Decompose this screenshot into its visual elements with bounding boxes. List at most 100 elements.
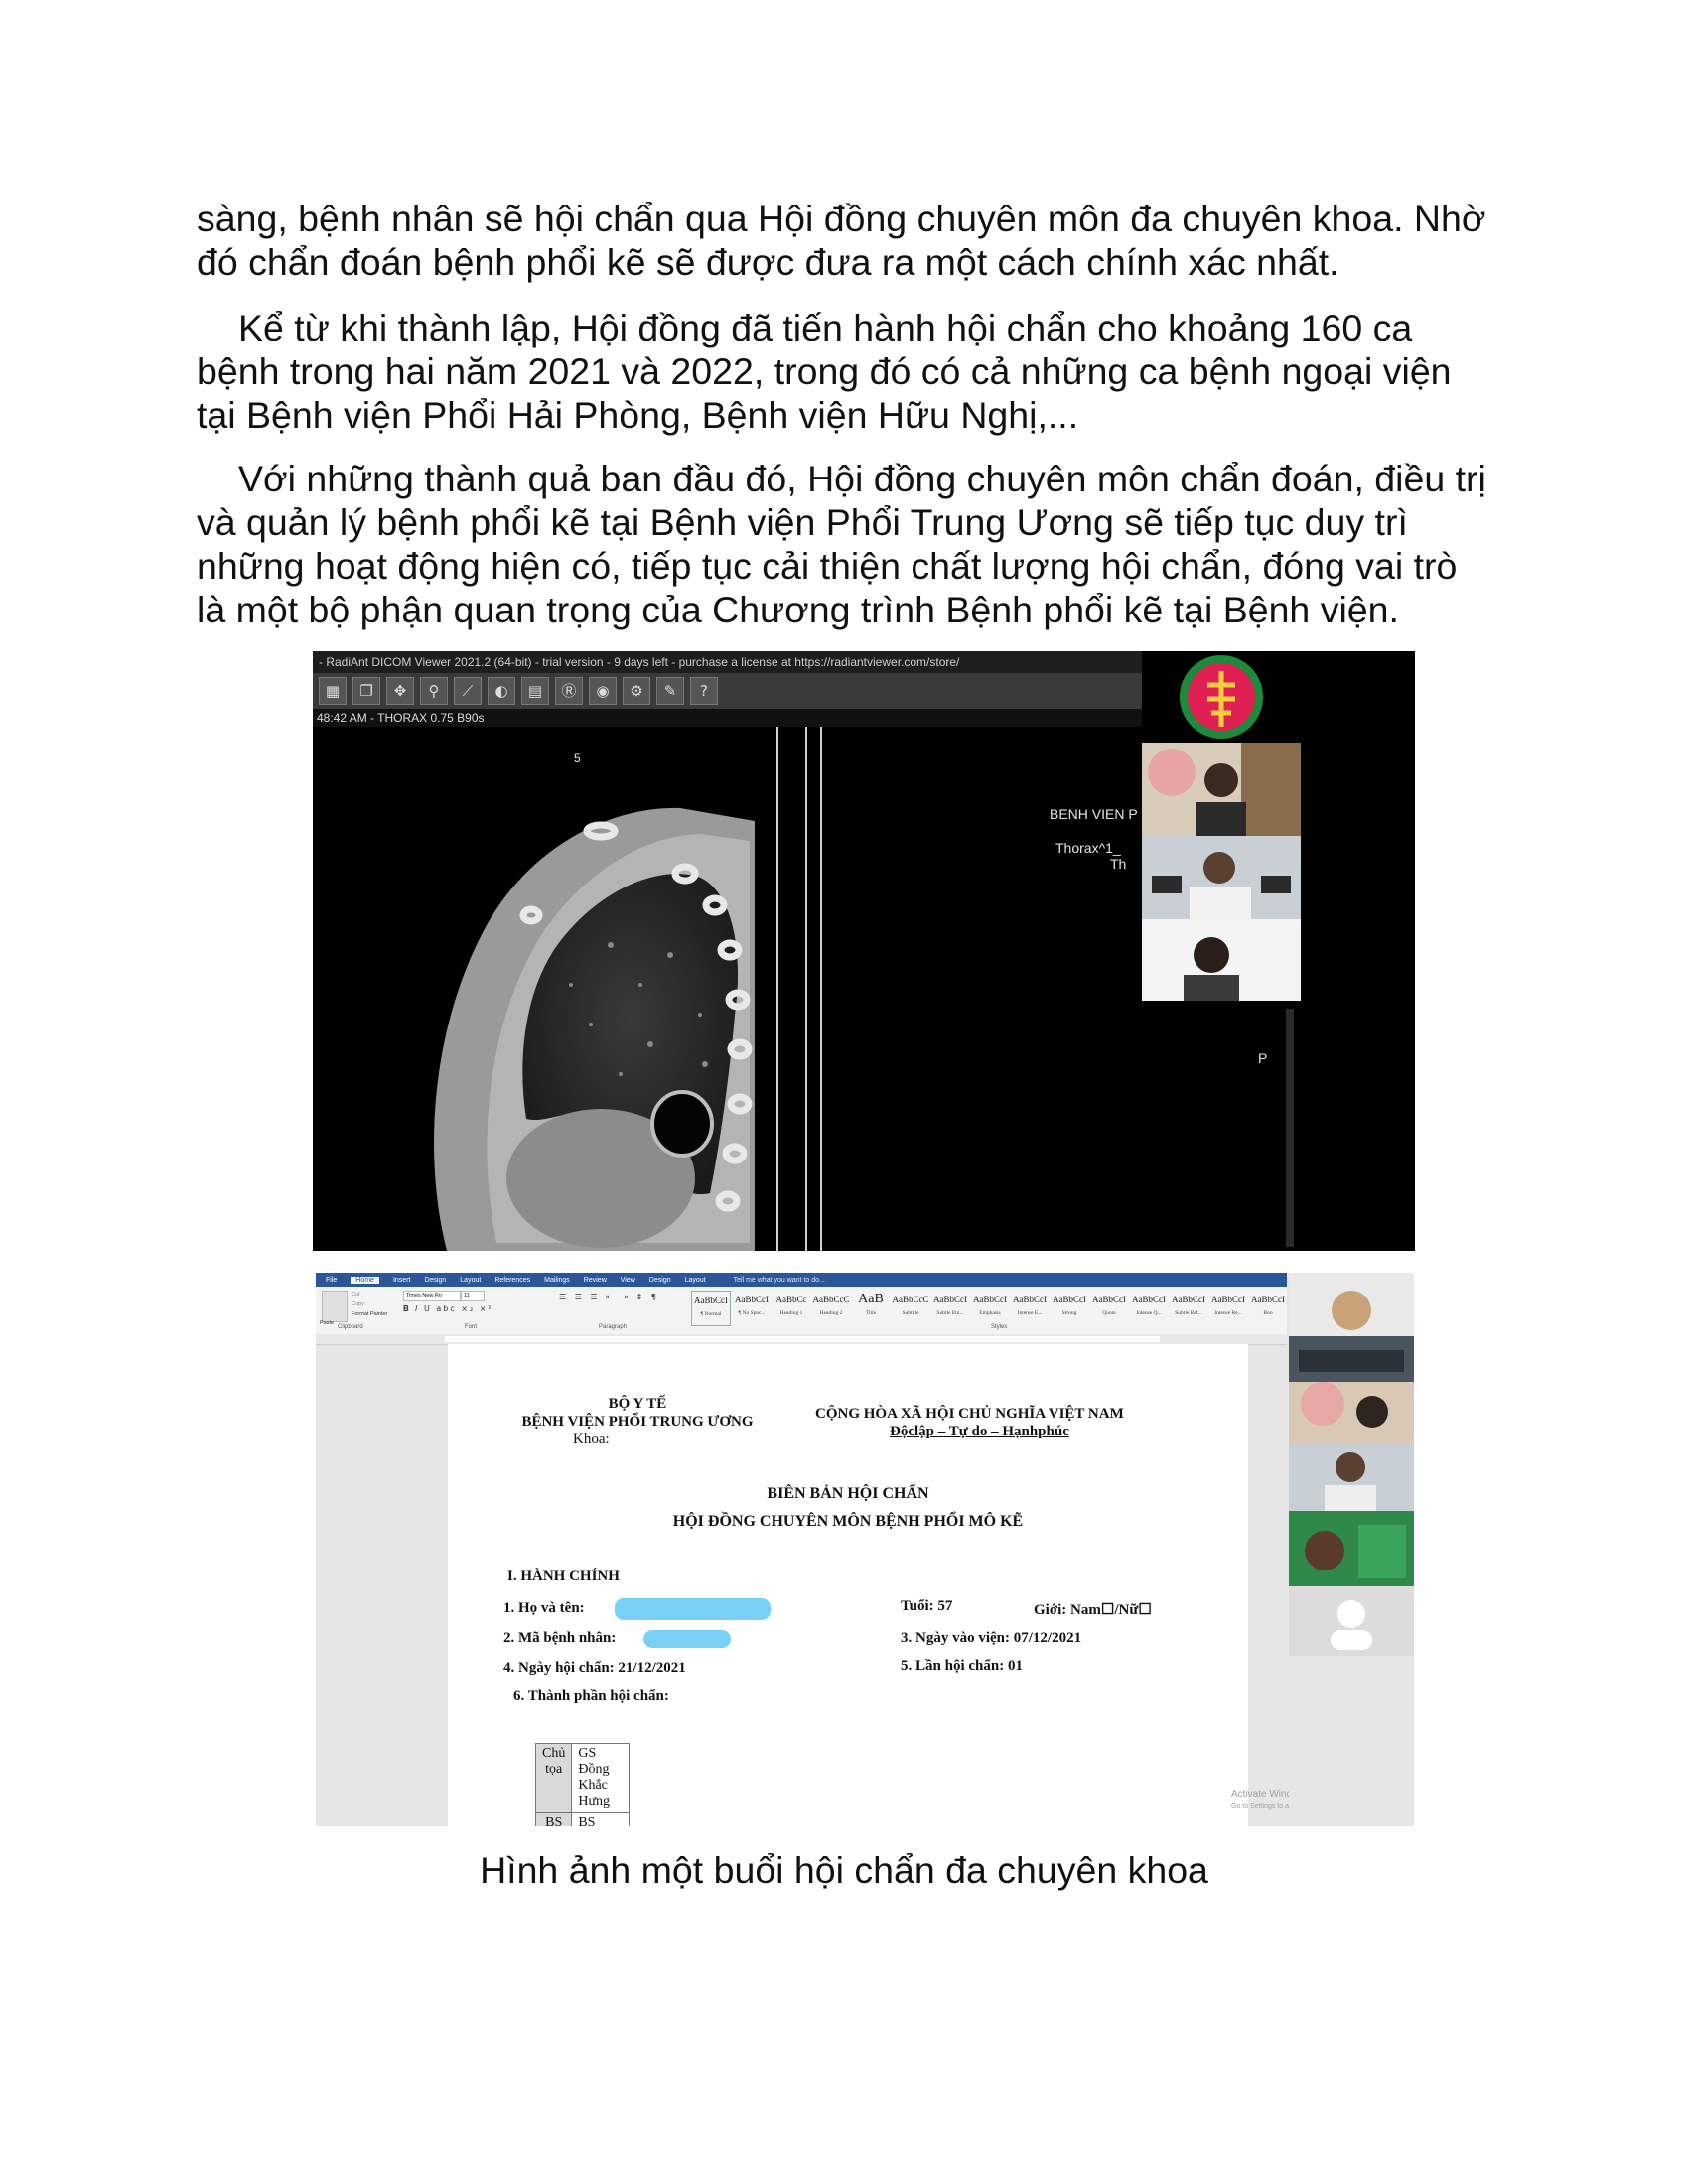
- font-format-icons[interactable]: 𝐁 𝐼 U abc ×₂ ×²: [403, 1304, 493, 1314]
- participant-video: [1142, 743, 1301, 836]
- style-sample: AaBbCcI: [735, 1295, 769, 1304]
- hospital-logo: [1180, 655, 1263, 739]
- paste-icon[interactable]: [322, 1291, 348, 1322]
- help-icon[interactable]: ?: [690, 677, 718, 705]
- font-name-select[interactable]: Times New Ro: [403, 1291, 461, 1301]
- zoom-icon[interactable]: ⚲: [420, 677, 448, 705]
- doc-title-1: BIÊN BẢN HỘI CHẨN: [767, 1485, 929, 1502]
- tab-table-design[interactable]: Design: [649, 1277, 671, 1284]
- group-clipboard: Clipboard: [338, 1324, 363, 1330]
- edit-icon[interactable]: ✎: [656, 677, 684, 705]
- style-book-title[interactable]: AaBbCcI Boo: [1249, 1291, 1287, 1324]
- ribbon-tabs: File Home Insert Design Layout Reference…: [316, 1273, 1287, 1287]
- style-normal[interactable]: AaBbCcI ¶ Normal: [691, 1291, 731, 1326]
- viewer-margin: [1301, 651, 1415, 1251]
- overlay-series-line-1: Thorax^1_: [1055, 840, 1121, 856]
- style-name: ¶ No Spac...: [738, 1310, 766, 1316]
- style-sample: AaBbCcI: [1132, 1295, 1166, 1304]
- group-paragraph: Paragraph: [599, 1324, 628, 1330]
- table-cell-members: BS Nguyễn Thị Bích Ngọc, BS Lê Ngọc Huy,…: [571, 1812, 630, 1826]
- cut-button[interactable]: Cut: [352, 1292, 360, 1297]
- group-font: Font: [465, 1324, 478, 1330]
- video-tile-participant-3[interactable]: [1142, 919, 1301, 1001]
- copy-button[interactable]: Copy: [352, 1301, 364, 1307]
- paragraph-icons[interactable]: ☰ ☰ ☰ ⇤ ⇥ ↕ ¶: [559, 1293, 659, 1301]
- doc-title-2: HỘI ĐỒNG CHUYÊN MÔN BỆNH PHỔI MÔ KẼ: [672, 1513, 1024, 1530]
- tab-references[interactable]: References: [494, 1277, 530, 1284]
- tab-insert[interactable]: Insert: [393, 1277, 411, 1284]
- style-name: Strong: [1061, 1310, 1077, 1316]
- style-name: Subtle Ref...: [1175, 1310, 1202, 1316]
- tell-me-search[interactable]: Tell me what you want to do...: [734, 1277, 825, 1284]
- doc-ministry: BỘ Y TẾ: [608, 1396, 667, 1412]
- dicom-toolbar: ▦ ❐ ✥ ⚲ ⟋ ◐ ▤ Ⓡ ◉ ⚙ ✎ ?: [313, 673, 1142, 709]
- style-sample: AaBbCcI: [1172, 1295, 1205, 1304]
- ct-image[interactable]: 5: [313, 727, 1142, 1251]
- window-level-icon[interactable]: ◐: [488, 677, 515, 705]
- 3d-icon[interactable]: ◉: [589, 677, 617, 705]
- style-sample: AaBbCcC: [892, 1295, 929, 1304]
- style-quote[interactable]: AaBbCcI Quote: [1090, 1291, 1128, 1324]
- table-cell-members: GS Đồng Khắc Hưng: [571, 1743, 630, 1813]
- style-intense-emphasis[interactable]: AaBbCcI Intense E...: [1011, 1291, 1049, 1324]
- tab-file[interactable]: File: [326, 1277, 337, 1284]
- style-sample: AaBbCcI: [1251, 1295, 1285, 1304]
- doc-section-1: I. HÀNH CHÍNH: [507, 1569, 620, 1584]
- tab-table-layout[interactable]: Layout: [685, 1277, 706, 1284]
- table-row: Chủ tọa GS Đồng Khắc Hưng: [534, 1743, 630, 1813]
- style-intense-reference[interactable]: AaBbCcI Intense Re...: [1209, 1291, 1247, 1324]
- viewer-scrollbar[interactable]: [1286, 1009, 1294, 1247]
- style-emphasis[interactable]: AaBbCcI Emphasis: [971, 1291, 1009, 1324]
- style-name: Emphasis: [979, 1310, 1001, 1316]
- style-name: Subtitle: [902, 1310, 919, 1316]
- tab-mailings[interactable]: Mailings: [544, 1277, 570, 1284]
- style-heading-1[interactable]: AaBbCc Heading 1: [773, 1291, 810, 1324]
- style-strong[interactable]: AaBbCcI Strong: [1051, 1291, 1088, 1324]
- paragraph-1: sàng, bệnh nhân sẽ hội chẩn qua Hội đồng…: [197, 198, 1486, 283]
- tab-design[interactable]: Design: [424, 1277, 446, 1284]
- style-sample: AaBbCcI: [1013, 1295, 1047, 1304]
- video-participants-strip: [1289, 1273, 1414, 1826]
- style-title[interactable]: AaB Title: [852, 1291, 890, 1324]
- style-sample: AaBbCcI: [1092, 1295, 1126, 1304]
- paragraph-2: Kể từ khi thành lập, Hội đồng đã tiến hà…: [197, 307, 1452, 436]
- tab-view[interactable]: View: [621, 1277, 635, 1284]
- consult-members-table: Chủ tọa GS Đồng Khắc Hưng BS Hô hấp BS N…: [534, 1743, 630, 1826]
- group-styles: Styles: [991, 1324, 1008, 1330]
- document-page[interactable]: BỘ Y TẾ BỆNH VIỆN PHỔI TRUNG ƯƠNG Khoa: …: [448, 1344, 1248, 1826]
- video-tile-participant-1[interactable]: [1142, 743, 1301, 836]
- participant-video: [1142, 836, 1301, 919]
- settings-icon[interactable]: ⚙: [623, 677, 650, 705]
- doc-motto: Độclập – Tự do – Hạnhphúc: [890, 1424, 1069, 1439]
- style-name: Subtle Em...: [936, 1310, 964, 1316]
- measure-icon[interactable]: ⟋: [454, 677, 482, 705]
- participant-video: [1142, 919, 1301, 1001]
- style-sample: AaBbCcI: [1053, 1295, 1086, 1304]
- tab-layout[interactable]: Layout: [460, 1277, 481, 1284]
- film-icon[interactable]: ▤: [521, 677, 549, 705]
- layout-icon[interactable]: ▦: [319, 677, 347, 705]
- tab-home[interactable]: Home: [351, 1276, 379, 1284]
- style-heading-2[interactable]: AaBbCcC Heading 2: [812, 1291, 850, 1324]
- style-sample: AaBbCcI: [1211, 1295, 1245, 1304]
- style-sample: AaBbCcI: [973, 1295, 1007, 1304]
- style-subtle-emphasis[interactable]: AaBbCcI Subtle Em...: [931, 1291, 969, 1324]
- slice-marker: 5: [574, 751, 581, 765]
- video-tile-participant-2[interactable]: [1142, 836, 1301, 919]
- reset-icon[interactable]: Ⓡ: [555, 677, 583, 705]
- pan-icon[interactable]: ✥: [386, 677, 414, 705]
- overlay-hospital: BENH VIEN P: [1050, 806, 1138, 822]
- style-sample: AaBbCc: [775, 1295, 807, 1304]
- style-subtle-reference[interactable]: AaBbCcI Subtle Ref...: [1170, 1291, 1207, 1324]
- font-size-select[interactable]: 11: [461, 1291, 485, 1301]
- style-no-spacing[interactable]: AaBbCcI ¶ No Spac...: [733, 1291, 771, 1324]
- tab-review[interactable]: Review: [584, 1277, 607, 1284]
- doc-republic: CỘNG HÒA XÃ HỘI CHỦ NGHĨA VIỆT NAM: [815, 1406, 1124, 1422]
- style-intense-quote[interactable]: AaBbCcI Intense Q...: [1130, 1291, 1168, 1324]
- doc-department: Khoa:: [573, 1432, 610, 1447]
- format-painter-button[interactable]: Format Painter: [352, 1311, 387, 1317]
- style-subtitle[interactable]: AaBbCcC Subtitle: [892, 1291, 929, 1324]
- style-name: Intense E...: [1017, 1310, 1043, 1316]
- copy-icon[interactable]: ❐: [352, 677, 380, 705]
- style-name: Intense Re...: [1214, 1310, 1242, 1316]
